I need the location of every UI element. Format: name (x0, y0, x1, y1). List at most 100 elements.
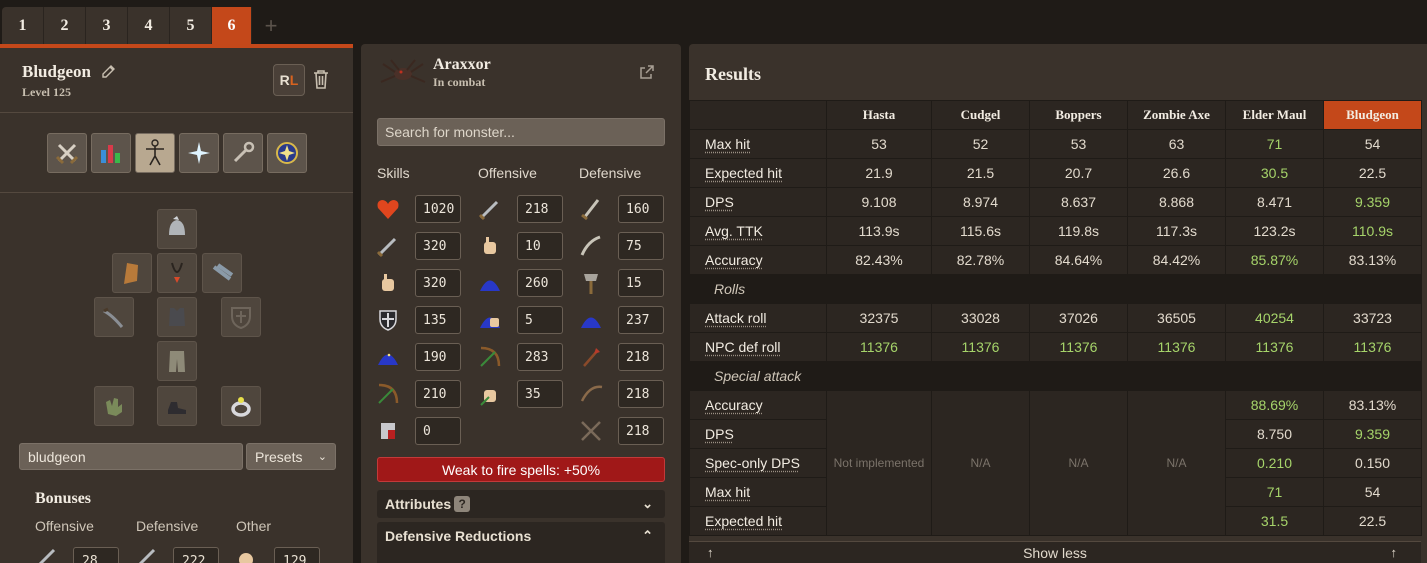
tab-3[interactable]: 3 (86, 7, 128, 44)
ring-slot[interactable] (221, 386, 261, 426)
equipment-body-icon (146, 139, 164, 166)
magic-defence-icon (581, 317, 601, 328)
skill-hitpoints[interactable]: 1020 (415, 195, 461, 223)
show-less-label: Show less (1023, 545, 1087, 561)
attributes-accordion[interactable]: Attributes? ⌄ (377, 490, 665, 518)
not-implemented-cell: Not implemented (826, 390, 932, 536)
offensive-ranged-strength[interactable]: 35 (517, 380, 563, 408)
defensive-heavy[interactable]: 218 (618, 417, 664, 445)
helm-icon (169, 216, 185, 235)
legs-slot[interactable] (157, 341, 197, 381)
defensive-magic[interactable]: 237 (618, 306, 664, 334)
table-cell: 119.8s (1029, 216, 1128, 246)
offensive-magic[interactable]: 260 (517, 269, 563, 297)
monster-search-input[interactable]: Search for monster... (377, 118, 665, 146)
column-header[interactable]: Cudgel (931, 100, 1030, 130)
tab-6[interactable]: 6 (212, 7, 252, 44)
table-cell: 82.78% (931, 245, 1030, 275)
bludgeon-icon (103, 307, 124, 328)
shield-slot[interactable] (221, 297, 261, 337)
cape-slot[interactable] (112, 253, 152, 293)
column-header[interactable]: Hasta (826, 100, 932, 130)
table-cell-best: 11376 (1127, 332, 1226, 362)
bonus-other-label: Other (236, 518, 272, 534)
table-cell-best: 110.9s (1323, 216, 1422, 246)
trash-icon[interactable] (311, 68, 331, 90)
table-cell: 9.108 (826, 187, 932, 217)
body-armour-icon (169, 308, 185, 326)
hands-slot[interactable] (94, 386, 134, 426)
table-cell: 53 (1029, 129, 1128, 159)
table-row: Accuracy Not implemented N/A N/A N/A 88.… (689, 390, 1422, 536)
tab-2[interactable]: 2 (44, 7, 86, 44)
defensive-light[interactable]: 218 (618, 343, 664, 371)
tab-4[interactable]: 4 (128, 7, 170, 44)
table-cell-best: 11376 (826, 332, 932, 362)
skill-other[interactable]: 0 (415, 417, 461, 445)
row-label: Avg. TTK (689, 216, 827, 246)
tab-5[interactable]: 5 (170, 7, 212, 44)
combat-style-button[interactable] (47, 133, 87, 173)
column-header[interactable]: Elder Maul (1225, 100, 1324, 130)
na-cell: N/A (931, 390, 1030, 536)
add-tab-button[interactable]: + (252, 7, 290, 44)
row-label: Accuracy (689, 390, 827, 420)
table-cell: 123.2s (1225, 216, 1324, 246)
neck-slot[interactable] (157, 253, 197, 293)
external-link-icon[interactable] (639, 64, 655, 80)
strength-icon (382, 274, 394, 291)
ammo-slot[interactable] (202, 253, 242, 293)
spellbook-button[interactable] (267, 133, 307, 173)
defensive-stab[interactable]: 160 (618, 195, 664, 223)
defensive-standard[interactable]: 218 (618, 380, 664, 408)
skill-attack[interactable]: 320 (415, 232, 461, 260)
table-cell: 84.42% (1127, 245, 1226, 275)
body-slot[interactable] (157, 297, 197, 337)
table-cell: 8.750 (1225, 419, 1324, 449)
equipment-search-input[interactable]: bludgeon (19, 443, 243, 470)
column-header[interactable]: Zombie Axe (1127, 100, 1226, 130)
column-header[interactable]: Boppers (1029, 100, 1128, 130)
pencil-icon[interactable] (100, 64, 116, 80)
help-icon[interactable]: ? (454, 496, 471, 512)
table-row: Accuracy 82.43% 82.78% 84.64% 84.42% 85.… (689, 245, 1422, 275)
offensive-magic-strength[interactable]: 5 (517, 306, 563, 334)
prayer-button[interactable] (179, 133, 219, 173)
feet-slot[interactable] (157, 386, 197, 426)
column-header-selected[interactable]: Bludgeon (1323, 100, 1422, 130)
buffs-button[interactable] (223, 133, 263, 173)
offensive-attack[interactable]: 218 (517, 195, 563, 223)
table-cell: 33723 (1323, 303, 1422, 333)
skill-strength[interactable]: 320 (415, 269, 461, 297)
offensive-strength[interactable]: 10 (517, 232, 563, 260)
rl-r: R (279, 72, 290, 88)
offensive-ranged[interactable]: 283 (517, 343, 563, 371)
chevron-down-icon: ⌄ (642, 496, 653, 511)
runelite-import-button[interactable]: RL (273, 64, 305, 96)
equipment-button[interactable] (135, 133, 175, 173)
shield-icon (231, 307, 251, 330)
rl-l: L (289, 72, 299, 88)
defensive-reductions-accordion[interactable]: Defensive Reductions ⌃ (377, 522, 665, 563)
skills-button[interactable] (91, 133, 131, 173)
skill-magic[interactable]: 190 (415, 343, 461, 371)
table-cell-best: 11376 (1225, 332, 1324, 362)
row-label: Spec-only DPS (689, 448, 827, 478)
skill-defence[interactable]: 135 (415, 306, 461, 334)
tab-1[interactable]: 1 (2, 7, 44, 44)
table-cell: 63 (1127, 129, 1226, 159)
row-label: Accuracy (689, 245, 827, 275)
table-cell: 115.6s (931, 216, 1030, 246)
resistance-icon (381, 423, 395, 439)
weapon-slot[interactable] (94, 297, 134, 337)
skill-ranged[interactable]: 210 (415, 380, 461, 408)
defensive-crush[interactable]: 15 (618, 269, 664, 297)
ranged-bonus-icon (480, 346, 501, 367)
cape-icon (124, 263, 138, 284)
table-row: Attack roll 32375 33028 37026 36505 4025… (689, 303, 1422, 333)
presets-dropdown[interactable]: Presets ⌄ (246, 443, 336, 470)
table-cell: 82.43% (826, 245, 932, 275)
show-less-button[interactable]: ↑ Show less ↑ (689, 541, 1421, 563)
defensive-slash[interactable]: 75 (618, 232, 664, 260)
head-slot[interactable] (157, 209, 197, 249)
